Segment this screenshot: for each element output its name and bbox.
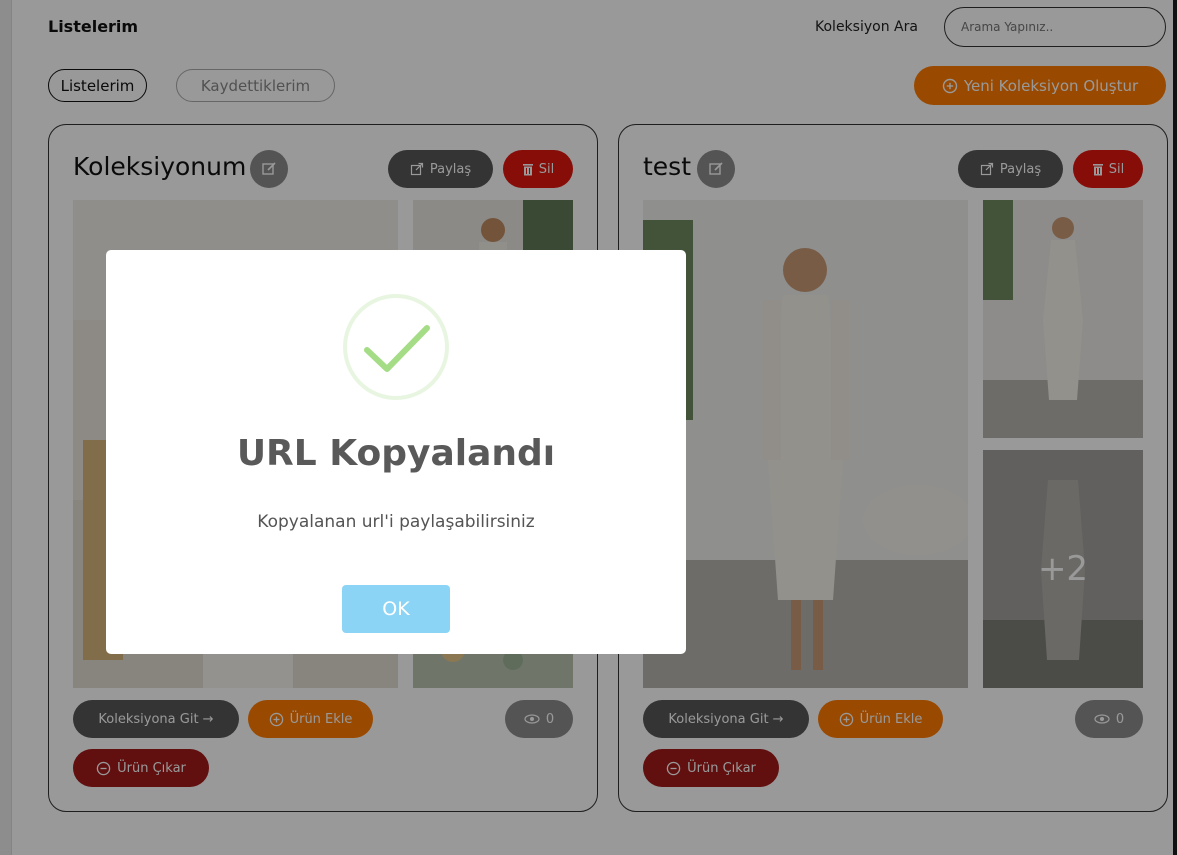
dialog-title: URL Kopyalandı [236,433,556,474]
ok-button[interactable]: OK [342,585,450,633]
check-icon [364,325,430,372]
success-dialog: URL Kopyalandı Kopyalanan url'i paylaşab… [106,250,686,654]
scrollbar[interactable] [1173,0,1177,855]
dialog-message: Kopyalanan url'i paylaşabilirsiniz [257,512,535,532]
